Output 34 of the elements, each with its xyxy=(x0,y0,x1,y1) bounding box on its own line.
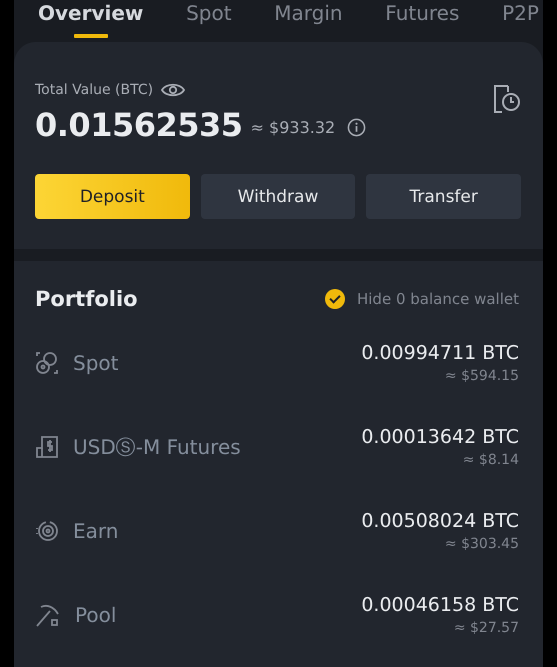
history-icon[interactable] xyxy=(493,84,521,114)
wallet-amount: 0.00046158 BTC xyxy=(361,594,519,616)
tab[interactable]: P2P xyxy=(502,0,539,42)
portfolio-title: Portfolio xyxy=(35,287,138,311)
wallet-name[interactable]: Pool xyxy=(75,603,116,627)
hide-zero-toggle[interactable]: Hide 0 balance wallet xyxy=(324,289,519,309)
wallet-usd: ≈ $8.14 xyxy=(462,452,519,468)
deposit-button[interactable]: Deposit xyxy=(35,174,190,219)
wallet-usd: ≈ $27.57 xyxy=(452,620,519,636)
tab[interactable]: Spot xyxy=(186,0,232,42)
info-icon[interactable] xyxy=(347,118,366,136)
checkbox[interactable] xyxy=(324,289,345,309)
dollar-document-icon xyxy=(35,435,59,459)
target-icon xyxy=(35,519,59,543)
coins-icon xyxy=(35,351,59,375)
tab[interactable]: Futures xyxy=(385,0,460,42)
eye-icon[interactable] xyxy=(161,82,186,98)
wallet-usd: ≈ $303.45 xyxy=(444,536,519,552)
wallet-name[interactable]: USDⓈ-M Futures xyxy=(73,434,241,460)
wallet-amount: 0.00013642 BTC xyxy=(361,426,519,448)
tab-indicator xyxy=(74,34,108,38)
balance-usd: ≈ $933.32 xyxy=(250,118,336,136)
wallet-amount: 0.00508024 BTC xyxy=(361,510,519,532)
wallet-usd: ≈ $594.15 xyxy=(444,368,519,384)
balance-amount: 0.01562535 xyxy=(35,106,243,144)
total-value-label: Total Value (BTC) xyxy=(35,82,154,98)
wallet-name[interactable]: Earn xyxy=(73,519,118,543)
tab[interactable]: Overview xyxy=(38,0,144,42)
tab[interactable]: Margin xyxy=(274,0,343,42)
wallet-name[interactable]: Spot xyxy=(73,351,118,375)
pickaxe-icon xyxy=(35,602,61,628)
wallet-amount: 0.00994711 BTC xyxy=(361,342,519,364)
action-button[interactable]: Transfer xyxy=(366,174,522,219)
action-button[interactable]: Withdraw xyxy=(200,174,356,219)
